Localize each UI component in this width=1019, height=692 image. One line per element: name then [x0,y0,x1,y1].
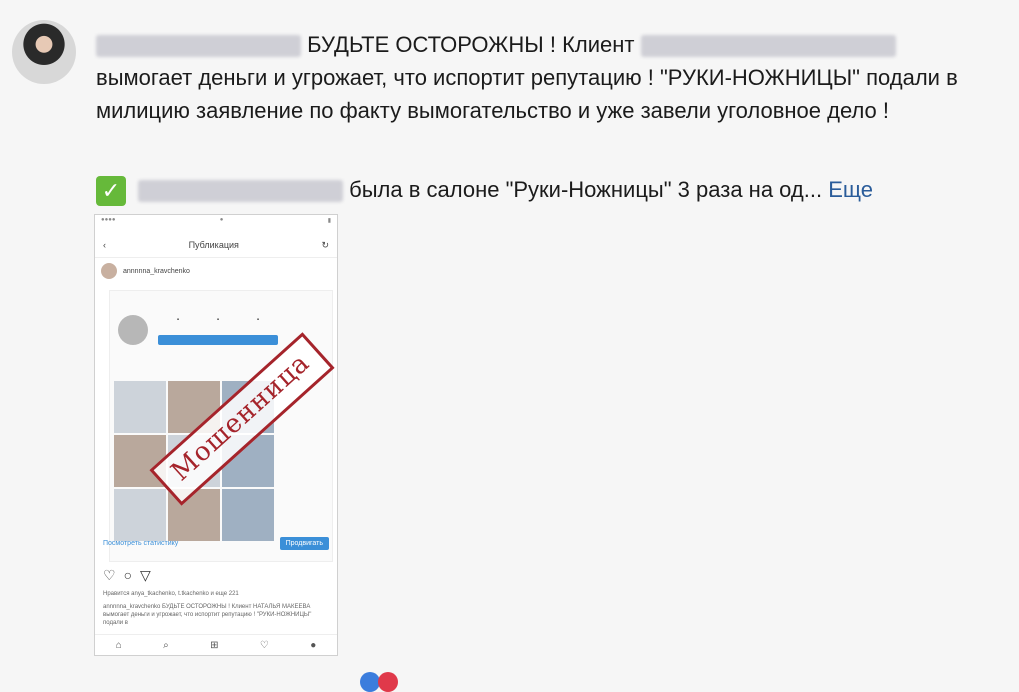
attached-screenshot[interactable]: ●●●● ● ▮ ‹ Публикация ↻ annnnna_kravchenko… [94,214,338,656]
add-icon: ⊞ [210,639,219,651]
phone-header: ‹ Публикация ↻ [95,233,337,258]
phone-username: annnnna_kravchenko [123,267,190,275]
post-text-part1: БУДЬТЕ ОСТОРОЖНЫ ! Клиент [307,32,635,57]
blurred-reviewer-name [138,180,343,203]
view-stats-link: Посмотреть статистику [103,540,179,547]
refresh-icon: ↻ [321,239,329,250]
reaction-icons[interactable] [360,672,406,692]
profile-stats: ▪ ▪ ▪ [176,317,260,323]
quoted-review: ✓ была в салоне "Руки-Ножницы" 3 раза на… [96,173,873,207]
promote-button: Продвигать [279,537,329,550]
checkmark-icon: ✓ [96,176,126,207]
like-reaction-icon [360,672,380,692]
author-avatar[interactable] [12,20,76,84]
blurred-client-name [640,35,896,58]
phone-user-avatar [101,263,117,279]
post-text-part2: вымогает деньги и угрожает, что испортит… [96,65,958,123]
profile-picture [118,315,148,345]
share-icon: ▽ [140,567,159,583]
comment-icon: ○ [123,567,141,583]
quoted-review-text: была в салоне "Руки-Ножницы" 3 раза на о… [349,177,823,202]
profile-edit-button [158,335,278,345]
phone-tab-bar: ⌂ ⌕ ⊞ ♡ ● [95,634,337,655]
back-arrow-icon: ‹ [103,240,106,250]
heart-tab-icon: ♡ [259,639,269,651]
heart-icon: ♡ [103,567,124,583]
blurred-author-name [96,35,301,58]
phone-likes: Нравится anya_tkachenko, t.tkachenko и е… [103,591,239,597]
phone-actions-row: Посмотреть статистику Продвигать [103,537,329,550]
love-reaction-icon [378,672,398,692]
show-more-link[interactable]: Еще [828,177,873,202]
post-text: БУДЬТЕ ОСТОРОЖНЫ ! Клиент вымогает деньг… [96,28,976,127]
phone-action-icons: ♡○▽ [103,567,159,584]
profile-tab-icon: ● [310,639,317,651]
phone-header-title: Публикация [188,240,239,250]
phone-post-user: annnnna_kravchenko [95,258,337,284]
phone-status-bar: ●●●● ● ▮ [101,217,331,224]
search-icon: ⌕ [163,639,169,651]
phone-caption: annnnna_kravchenko БУДЬТЕ ОСТОРОЖНЫ ! Кл… [103,604,312,626]
home-icon: ⌂ [115,639,122,651]
